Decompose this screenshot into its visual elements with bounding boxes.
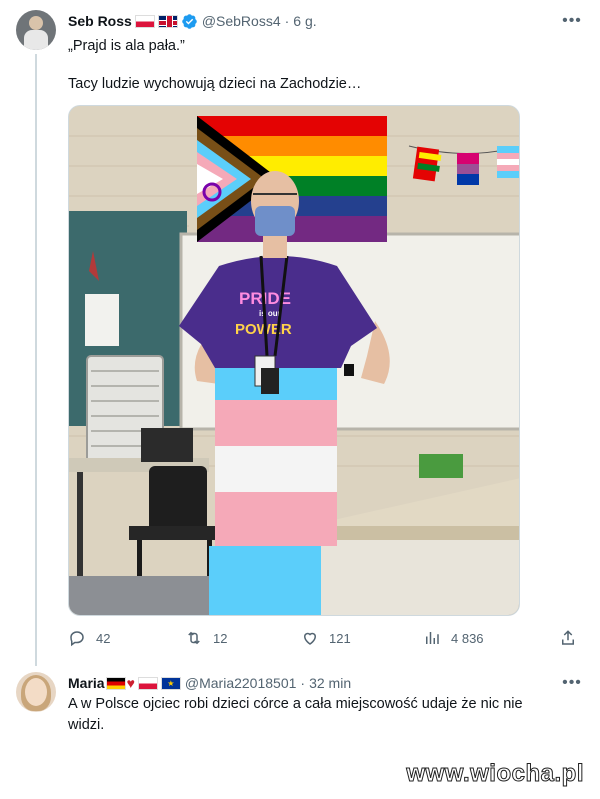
uk-flag-icon <box>157 14 178 28</box>
reply-text-line-1: A w Polsce ojciec robi dzieci córce a ca… <box>68 696 523 712</box>
poland-flag-icon <box>134 14 155 28</box>
reply-author-avatar[interactable] <box>16 672 56 712</box>
reply-more-options-icon[interactable]: ••• <box>562 674 582 691</box>
tweet-text-line-2: Tacy ludzie wychowują dzieci na Zachodzi… <box>68 76 362 92</box>
reply-time[interactable]: 32 min <box>309 675 351 691</box>
share-button[interactable] <box>559 626 587 650</box>
red-heart-icon: ♥ <box>126 675 135 691</box>
eu-flag-icon: ★ <box>160 676 181 690</box>
retweet-icon <box>188 631 200 645</box>
reply-author-handle[interactable]: @Maria22018501 <box>185 675 297 691</box>
views-button[interactable]: 4 836 <box>423 626 484 650</box>
retweet-count: 12 <box>213 630 228 646</box>
site-watermark: www.wiocha.pl <box>406 760 584 788</box>
views-icon <box>426 632 439 644</box>
tweet-photo[interactable]: PRIDE is our POWER <box>68 105 520 616</box>
tweet-actions: 42 12 121 4 836 <box>68 626 584 650</box>
separator-dot: · <box>300 675 306 691</box>
reply-author-name[interactable]: Maria <box>68 675 105 691</box>
tweet-time[interactable]: 6 g. <box>293 13 316 29</box>
verified-badge-icon <box>182 13 197 29</box>
author-avatar[interactable] <box>16 10 56 50</box>
tweet-text-line-1: „Prajd is ala pała.” <box>68 38 185 54</box>
shirt-text-2: is our <box>259 309 281 318</box>
separator-dot: · <box>284 13 290 29</box>
poland-flag-icon <box>137 676 158 690</box>
shirt-text-3: POWER <box>235 321 292 338</box>
author-handle[interactable]: @SebRoss4 <box>202 13 281 29</box>
like-button[interactable]: 121 <box>301 626 351 650</box>
reply-count: 42 <box>96 630 111 646</box>
share-icon <box>562 630 574 645</box>
reply-header: Maria ♥ ★ @Maria22018501 · 32 min <box>68 674 351 692</box>
views-count: 4 836 <box>451 630 484 646</box>
classroom-photo: PRIDE is our POWER <box>69 106 519 615</box>
reply-button[interactable]: 42 <box>68 626 110 650</box>
like-count: 121 <box>329 630 351 646</box>
heart-icon <box>303 632 317 645</box>
reply-icon <box>70 631 84 647</box>
thread-line <box>35 54 37 666</box>
retweet-button[interactable]: 12 <box>185 626 227 650</box>
germany-flag-icon <box>105 676 126 690</box>
more-options-icon[interactable]: ••• <box>562 12 582 29</box>
author-name[interactable]: Seb Ross <box>68 13 132 29</box>
reply-text-line-2: widzi. <box>68 717 105 733</box>
tweet-header: Seb Ross @SebRoss4 · 6 g. <box>68 12 317 30</box>
